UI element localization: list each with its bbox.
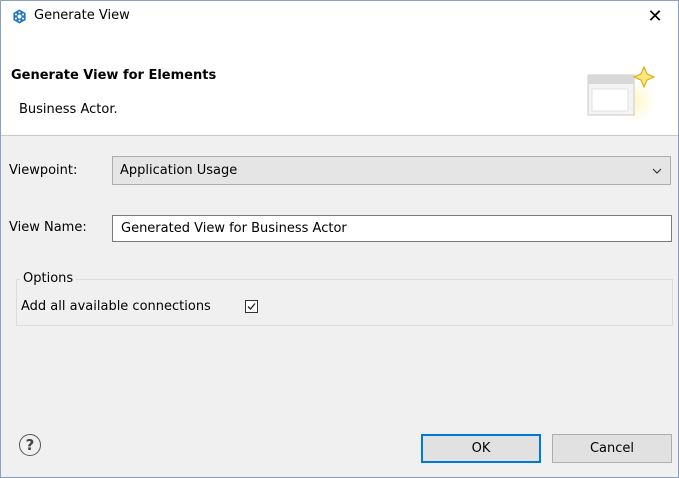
banner-title: Generate View for Elements xyxy=(11,68,217,83)
cancel-button[interactable]: Cancel xyxy=(552,434,672,463)
help-button[interactable]: ? xyxy=(19,434,41,456)
generate-view-dialog: Generate View ✕ Generate View for Elemen… xyxy=(0,0,679,478)
window-title: Generate View xyxy=(34,8,130,23)
cancel-button-label: Cancel xyxy=(589,441,635,456)
app-logo-icon xyxy=(13,9,26,24)
chevron-down-icon xyxy=(652,168,662,174)
options-group-label: Options xyxy=(20,271,77,286)
view-name-value: Generated View for Business Actor xyxy=(121,221,347,236)
close-button[interactable]: ✕ xyxy=(632,1,678,31)
wizard-banner: Generate View for Elements Business Acto… xyxy=(1,31,678,136)
ok-button[interactable]: OK xyxy=(421,434,541,463)
ok-button-label: OK xyxy=(471,441,491,456)
add-connections-label: Add all available connections xyxy=(21,299,211,314)
add-connections-checkbox[interactable] xyxy=(245,300,258,313)
view-name-input[interactable]: Generated View for Business Actor xyxy=(112,215,672,242)
banner-description: Business Actor. xyxy=(19,102,118,117)
close-icon: ✕ xyxy=(647,5,663,27)
checkmark-icon xyxy=(247,303,256,310)
wizard-banner-icon xyxy=(587,65,656,123)
view-name-label: View Name: xyxy=(9,220,87,235)
viewpoint-label: Viewpoint: xyxy=(9,163,78,178)
viewpoint-value: Application Usage xyxy=(120,163,238,178)
title-bar: Generate View ✕ xyxy=(1,1,678,31)
help-icon: ? xyxy=(25,436,35,454)
viewpoint-select[interactable]: Application Usage xyxy=(112,156,671,185)
